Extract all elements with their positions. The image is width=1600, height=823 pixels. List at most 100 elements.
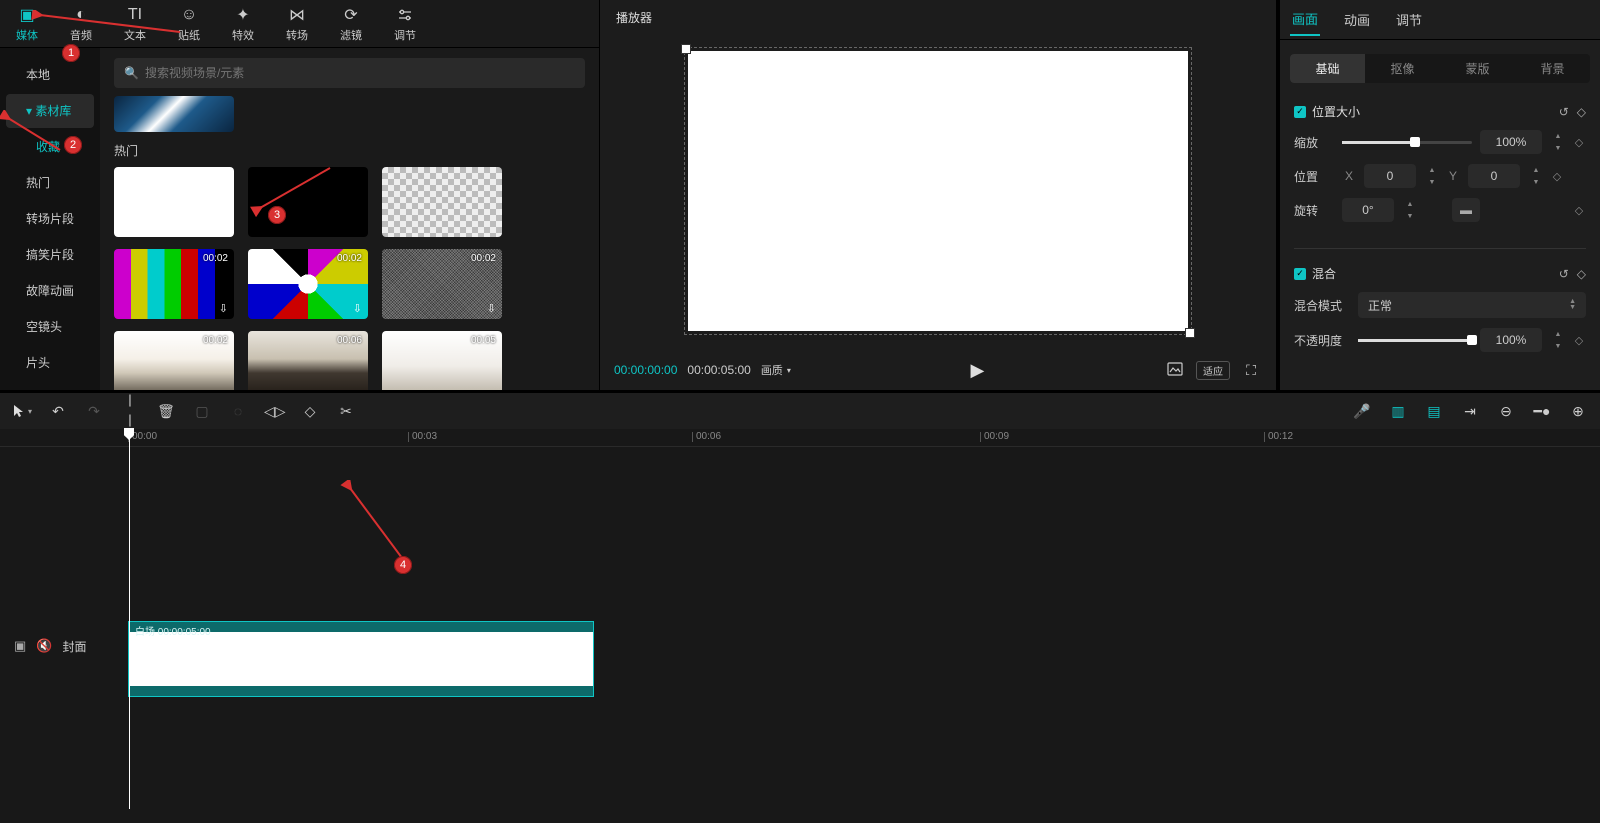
- zoom-fit-icon[interactable]: ⊕: [1568, 403, 1588, 420]
- tab-adjust-right[interactable]: 调节: [1394, 4, 1424, 35]
- zoom-slider-icon[interactable]: ━●: [1532, 403, 1552, 420]
- fullscreen-icon[interactable]: ⛶: [1240, 362, 1262, 379]
- mirror-h-icon[interactable]: ◁▷: [264, 403, 284, 420]
- scale-slider[interactable]: [1342, 141, 1472, 144]
- opacity-keyframe[interactable]: ◇: [1572, 334, 1586, 347]
- thumb-colorbars[interactable]: 00:02 ⇩: [114, 249, 234, 319]
- tab-sticker[interactable]: ☺ 贴纸: [162, 0, 216, 47]
- opacity-value[interactable]: 100%: [1480, 328, 1542, 352]
- snapshot-icon[interactable]: [1164, 362, 1186, 379]
- download-icon[interactable]: ⇩: [353, 302, 362, 315]
- thumb-sky2[interactable]: 00:06: [248, 331, 368, 390]
- tab-picture[interactable]: 画面: [1290, 3, 1320, 36]
- pos-x-value[interactable]: 0: [1364, 164, 1416, 188]
- split-button[interactable]: 〡〡: [120, 391, 140, 431]
- tab-effect[interactable]: ✦ 特效: [216, 0, 270, 47]
- zoom-out-icon[interactable]: ⊖: [1496, 403, 1516, 420]
- playhead[interactable]: [129, 429, 130, 809]
- rotate-keyframe[interactable]: ◇: [1572, 204, 1586, 217]
- scale-keyframe[interactable]: ◇: [1572, 136, 1586, 149]
- scale-stepper[interactable]: ▲▼: [1552, 130, 1564, 154]
- delete-button[interactable]: 🗑: [156, 403, 176, 420]
- keyframe-diamond-icon[interactable]: ◇: [1577, 267, 1586, 281]
- quality-select[interactable]: 画质 ▾: [761, 362, 791, 378]
- subtab-cutout[interactable]: 抠像: [1365, 54, 1440, 83]
- lock-icon[interactable]: ▣: [14, 638, 26, 654]
- pos-x-stepper[interactable]: ▲▼: [1426, 164, 1438, 188]
- cursor-tool[interactable]: ▾: [12, 404, 32, 418]
- tab-audio-label: 音频: [70, 27, 92, 43]
- download-icon[interactable]: ⇩: [219, 302, 228, 315]
- sidebar-item-hot[interactable]: 热门: [6, 166, 94, 200]
- scale-value[interactable]: 100%: [1480, 130, 1542, 154]
- tab-anim[interactable]: 动画: [1342, 4, 1372, 35]
- audio-icon: ◐: [76, 5, 86, 25]
- thumb-sky3[interactable]: 00:05: [382, 331, 502, 390]
- tool-b-icon[interactable]: ◌: [228, 403, 248, 419]
- keyframe-diamond-icon[interactable]: ◇: [1577, 105, 1586, 119]
- tab-filter[interactable]: ⟳ 滤镜: [324, 0, 378, 47]
- redo-button[interactable]: ↷: [84, 403, 104, 420]
- opacity-stepper[interactable]: ▲▼: [1552, 328, 1564, 352]
- blendmode-select[interactable]: 正常 ▲▼: [1358, 292, 1586, 318]
- search-box[interactable]: 🔍: [114, 58, 585, 88]
- flip-button[interactable]: ▬: [1452, 198, 1480, 222]
- sidebar-item-emptyshot[interactable]: 空镜头: [6, 310, 94, 344]
- scale-label: 缩放: [1294, 134, 1334, 151]
- timeline-tracks[interactable]: 白场 00:00:05:00: [120, 447, 1600, 823]
- sidebar-item-transclip[interactable]: 转场片段: [6, 202, 94, 236]
- reset-icon[interactable]: ↺: [1559, 267, 1569, 281]
- rotate-tool-icon[interactable]: ◇: [300, 403, 320, 420]
- rotate-value[interactable]: 0°: [1342, 198, 1394, 222]
- cover-button[interactable]: 封面: [62, 638, 86, 655]
- checkbox-possize[interactable]: ✓: [1294, 106, 1306, 118]
- sidebar-item-local[interactable]: 本地: [6, 58, 94, 92]
- tool-a-icon[interactable]: ▢: [192, 403, 212, 420]
- link-icon[interactable]: ⇥: [1460, 403, 1480, 420]
- tab-media[interactable]: ▣ 媒体: [0, 0, 54, 47]
- subtab-basic[interactable]: 基础: [1290, 54, 1365, 83]
- chevron-down-icon: ▾: [787, 366, 791, 375]
- download-icon[interactable]: ⇩: [487, 302, 496, 315]
- checkbox-blend[interactable]: ✓: [1294, 268, 1306, 280]
- tab-media-label: 媒体: [16, 27, 38, 43]
- crop-tool-icon[interactable]: ✂: [336, 403, 356, 420]
- thumb-transparent[interactable]: [382, 167, 502, 237]
- timeline-clip[interactable]: 白场 00:00:05:00: [129, 622, 593, 696]
- tab-adjust[interactable]: 调节: [378, 0, 432, 47]
- sidebar-item-collect[interactable]: 收藏: [6, 130, 94, 164]
- magnet-sub-icon[interactable]: ▤: [1424, 403, 1444, 420]
- thumb-noise[interactable]: 00:02 ⇩: [382, 249, 502, 319]
- subtab-mask[interactable]: 蒙版: [1440, 54, 1515, 83]
- sidebar-item-glitch[interactable]: 故障动画: [6, 274, 94, 308]
- opacity-slider[interactable]: [1358, 339, 1472, 342]
- reset-icon[interactable]: ↺: [1559, 105, 1569, 119]
- timeline-ruler[interactable]: 00:00 00:03 00:06 00:09 00:12: [0, 429, 1600, 447]
- thumb-duration: 00:02: [203, 335, 228, 346]
- sidebar-item-opener[interactable]: 片头: [6, 346, 94, 380]
- mic-icon[interactable]: 🎤: [1352, 403, 1372, 420]
- thumb-sky1[interactable]: 00:02: [114, 331, 234, 390]
- sidebar-item-funnyclip[interactable]: 搞笑片段: [6, 238, 94, 272]
- undo-button[interactable]: ↶: [48, 403, 68, 420]
- fit-button[interactable]: 适应: [1196, 361, 1230, 380]
- subtab-bg[interactable]: 背景: [1515, 54, 1590, 83]
- sidebar-item-library[interactable]: ▾ 素材库: [6, 94, 94, 128]
- rotate-stepper[interactable]: ▲▼: [1404, 198, 1416, 222]
- tab-audio[interactable]: ◐ 音频: [54, 0, 108, 47]
- thumb-black[interactable]: [248, 167, 368, 237]
- position-label: 位置: [1294, 168, 1334, 185]
- tab-text[interactable]: TI 文本: [108, 0, 162, 47]
- tab-transition[interactable]: ⋈ 转场: [270, 0, 324, 47]
- mute-icon[interactable]: 🔇: [36, 638, 52, 654]
- pos-y-stepper[interactable]: ▲▼: [1530, 164, 1542, 188]
- thumb-white[interactable]: [114, 167, 234, 237]
- thumb-testcard[interactable]: 00:02 ⇩: [248, 249, 368, 319]
- player-canvas[interactable]: [688, 51, 1188, 331]
- magnet-main-icon[interactable]: ▥: [1388, 403, 1408, 420]
- pos-keyframe[interactable]: ◇: [1550, 170, 1564, 183]
- promo-thumb[interactable]: [114, 96, 234, 132]
- search-input[interactable]: [145, 66, 575, 80]
- play-button[interactable]: ▶: [971, 360, 985, 381]
- pos-y-value[interactable]: 0: [1468, 164, 1520, 188]
